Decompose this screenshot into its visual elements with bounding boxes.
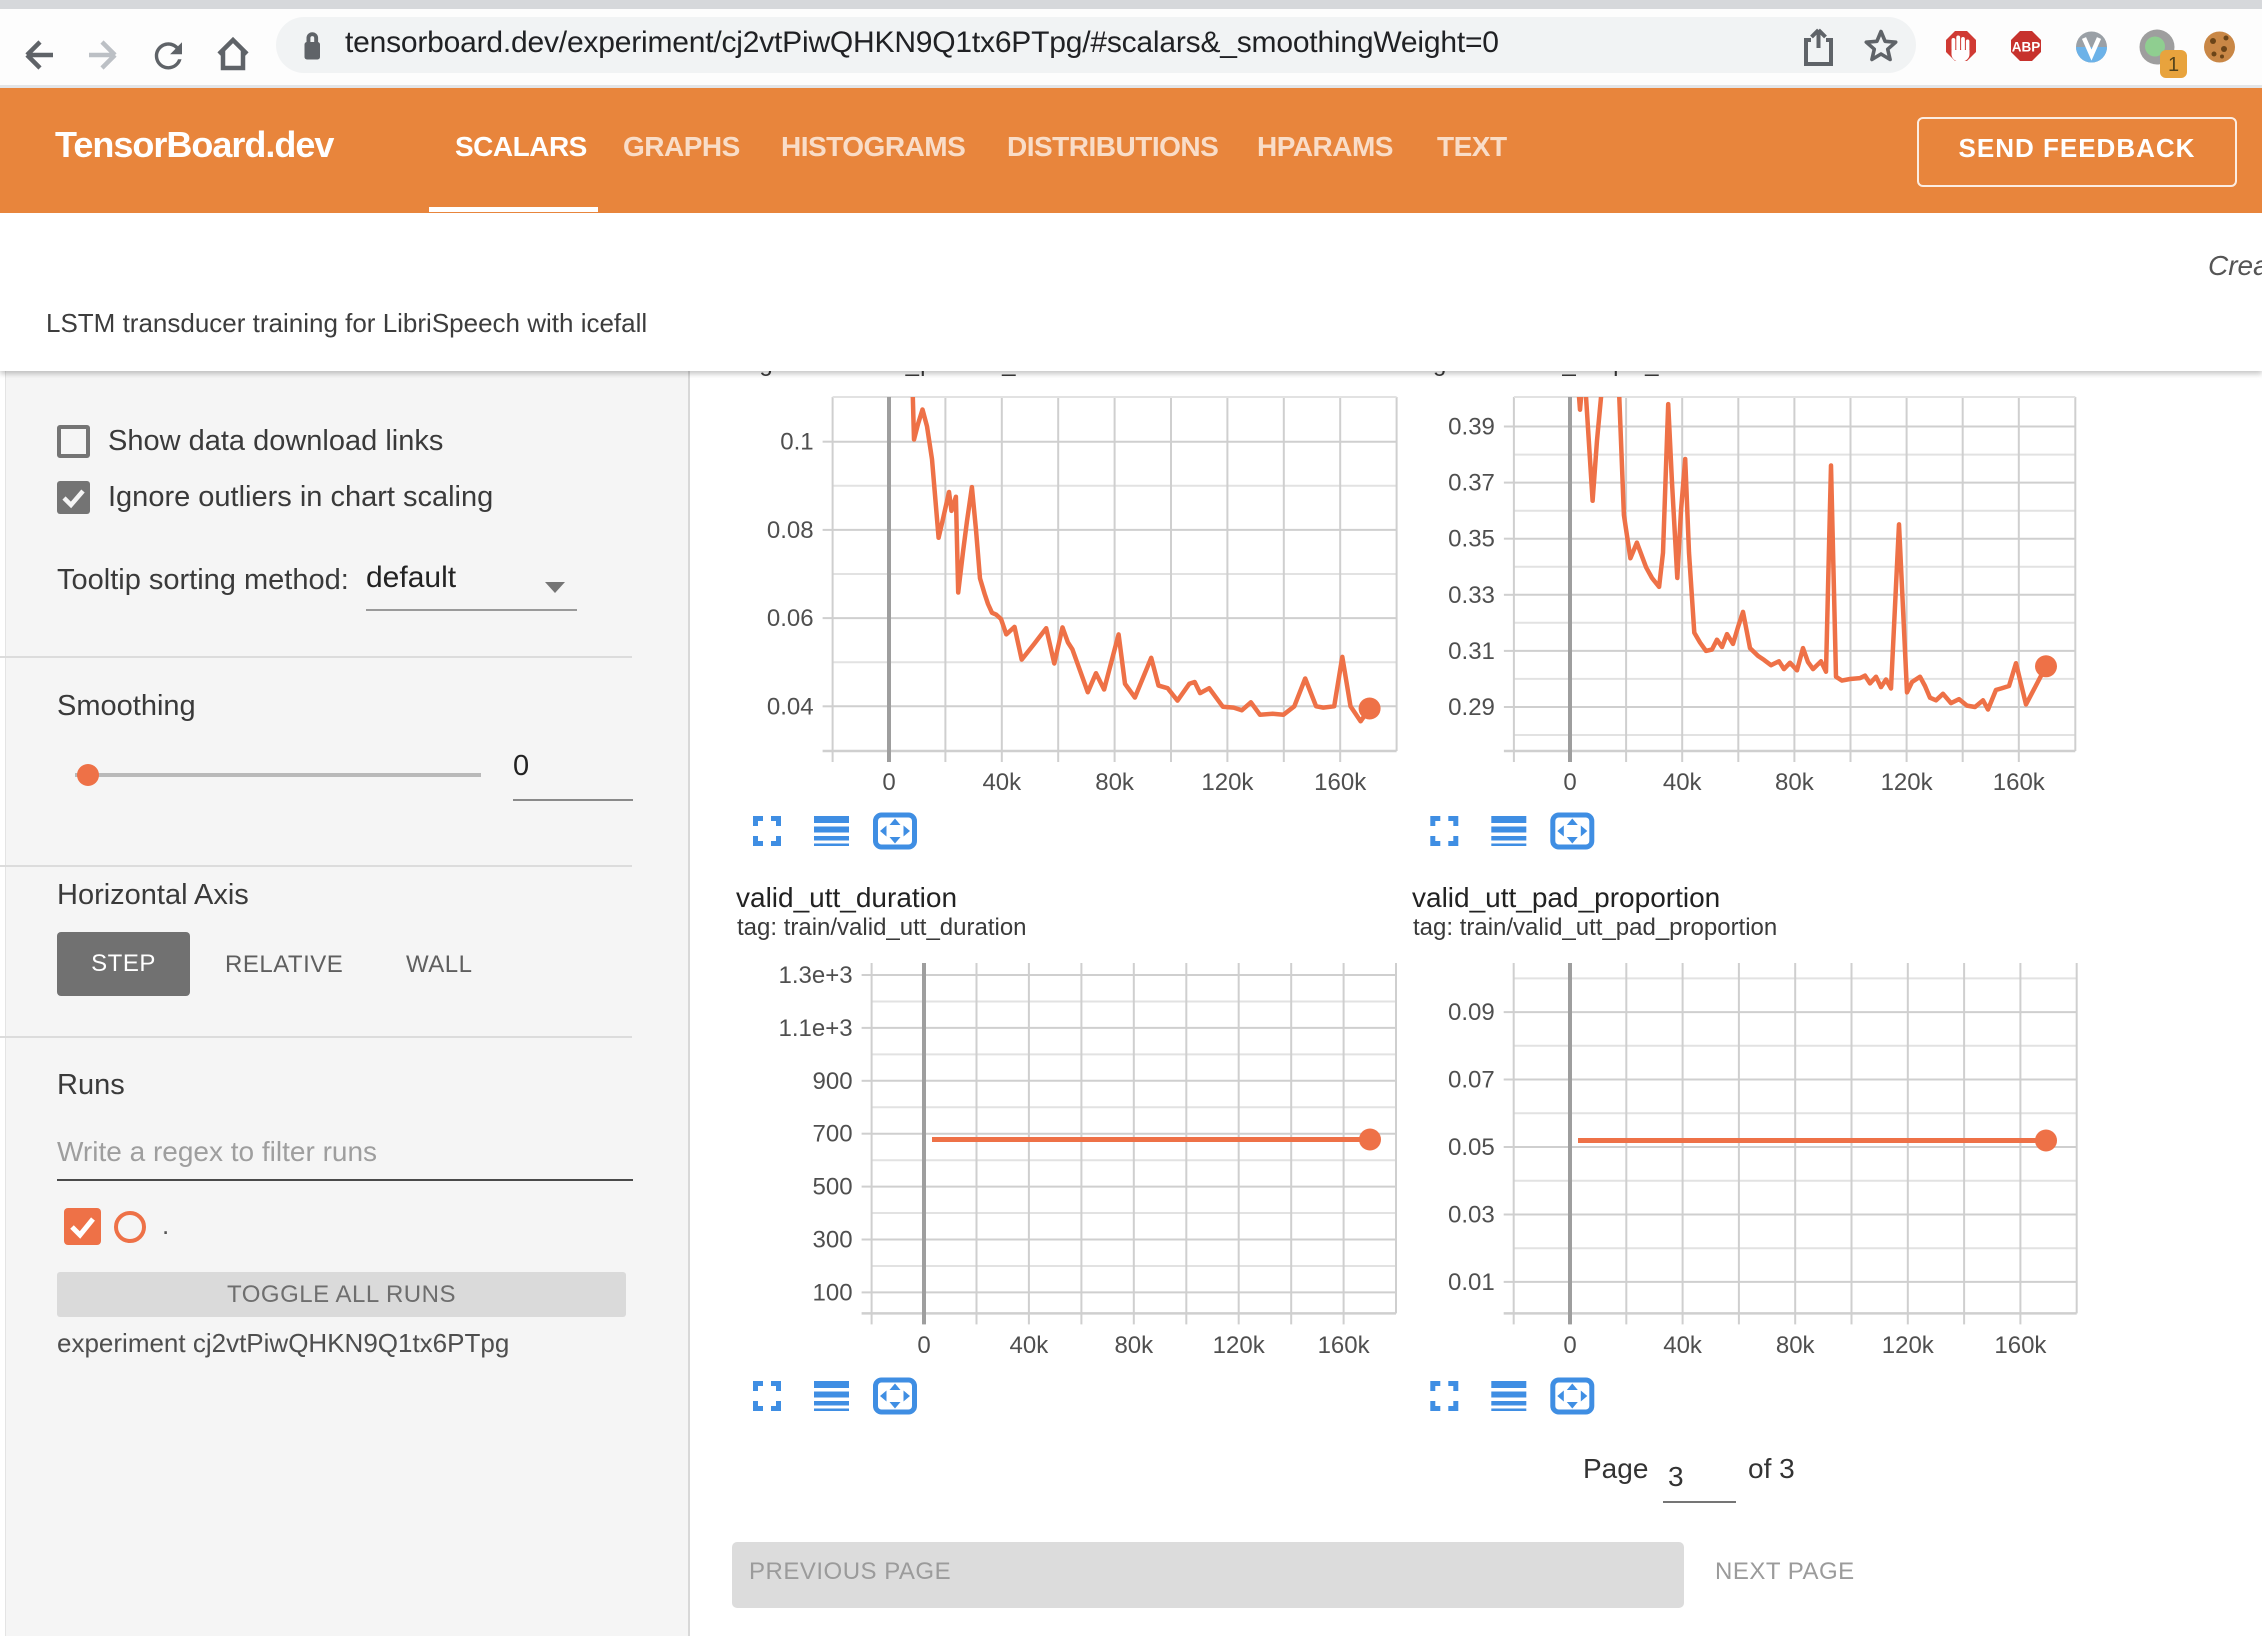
svg-text:0.07: 0.07 xyxy=(1448,1067,1495,1094)
svg-text:80k: 80k xyxy=(1775,769,1815,796)
svg-text:0: 0 xyxy=(917,1332,930,1359)
svg-text:1.1e+3: 1.1e+3 xyxy=(779,1015,853,1042)
svg-text:0: 0 xyxy=(1563,769,1576,796)
svg-text:80k: 80k xyxy=(1776,1332,1816,1359)
svg-text:120k: 120k xyxy=(1201,769,1254,796)
svg-text:0.39: 0.39 xyxy=(1448,414,1495,441)
svg-text:0.33: 0.33 xyxy=(1448,582,1495,609)
svg-text:1.3e+3: 1.3e+3 xyxy=(779,962,853,989)
svg-text:0.29: 0.29 xyxy=(1448,694,1495,721)
svg-text:0.05: 0.05 xyxy=(1448,1134,1495,1161)
svg-text:0.1: 0.1 xyxy=(780,429,813,456)
svg-text:0.06: 0.06 xyxy=(767,605,814,632)
svg-text:300: 300 xyxy=(813,1227,853,1254)
svg-text:120k: 120k xyxy=(1881,769,1934,796)
svg-text:ABP: ABP xyxy=(2012,40,2041,55)
svg-text:40k: 40k xyxy=(982,769,1022,796)
svg-text:160k: 160k xyxy=(1318,1332,1371,1359)
svg-text:0.35: 0.35 xyxy=(1448,526,1495,553)
svg-text:40k: 40k xyxy=(1663,1332,1703,1359)
svg-text:160k: 160k xyxy=(1994,1332,2047,1359)
svg-text:0: 0 xyxy=(1563,1332,1576,1359)
svg-text:500: 500 xyxy=(813,1174,853,1201)
svg-text:80k: 80k xyxy=(1095,769,1135,796)
svg-text:0.31: 0.31 xyxy=(1448,638,1495,665)
svg-text:40k: 40k xyxy=(1010,1332,1050,1359)
svg-text:100: 100 xyxy=(813,1279,853,1306)
svg-text:0.03: 0.03 xyxy=(1448,1202,1495,1229)
svg-text:0.09: 0.09 xyxy=(1448,999,1495,1026)
svg-text:0.37: 0.37 xyxy=(1448,470,1495,497)
svg-text:0.08: 0.08 xyxy=(767,517,814,544)
svg-text:120k: 120k xyxy=(1213,1332,1266,1359)
svg-text:0: 0 xyxy=(882,769,895,796)
svg-text:0.04: 0.04 xyxy=(767,693,814,720)
svg-text:0.01: 0.01 xyxy=(1448,1269,1495,1296)
svg-text:160k: 160k xyxy=(1993,769,2046,796)
svg-text:1: 1 xyxy=(2168,54,2179,76)
svg-text:80k: 80k xyxy=(1114,1332,1154,1359)
svg-text:40k: 40k xyxy=(1663,769,1703,796)
svg-text:120k: 120k xyxy=(1882,1332,1935,1359)
svg-text:900: 900 xyxy=(813,1068,853,1095)
svg-text:700: 700 xyxy=(813,1121,853,1148)
svg-text:160k: 160k xyxy=(1314,769,1367,796)
